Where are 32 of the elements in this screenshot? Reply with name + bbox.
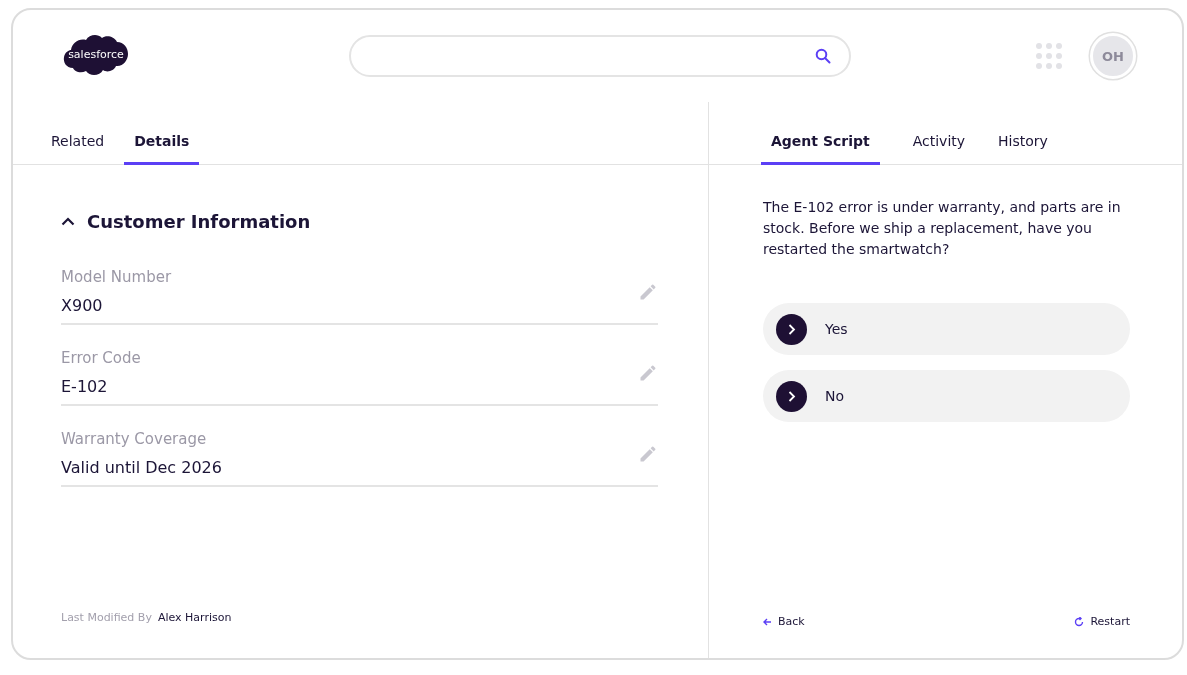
field-label: Warranty Coverage [61,430,208,448]
tab[interactable]: Activity [912,133,966,165]
field-value: E-102 [61,377,109,396]
back-link[interactable]: Back [763,615,805,628]
logo-text: salesforce [68,48,124,61]
app-grid-icon[interactable] [1036,43,1062,69]
section-header[interactable]: Customer Information [61,211,658,232]
tab[interactable]: History [998,133,1048,165]
script-text: The E-102 error is under warranty, and parts are in stock. Before we ship a replacement, have you restarted the smartwatch? [763,198,1122,259]
chevron-circle-icon [776,380,807,412]
search-icon[interactable] [815,48,831,64]
footer-label: Last Modified By [61,611,152,624]
field-value: Valid until Dec 2026 [61,458,222,477]
field-label: Model Number [61,268,172,286]
tab[interactable]: Related [51,133,105,165]
field-value: X900 [61,296,104,315]
chevron-icon[interactable] [61,217,75,226]
field-label: Error Code [61,349,141,367]
search-field[interactable] [349,35,851,77]
restart-link[interactable]: Restart [1074,615,1130,628]
answer-option[interactable]: No [763,370,1130,422]
pencil-icon[interactable] [638,281,658,302]
arrow-left-icon [763,617,772,626]
pencil-icon[interactable] [638,443,658,464]
section-title: Customer Information [87,211,311,232]
tab[interactable]: Agent Script [761,133,880,165]
tab[interactable]: Details [124,133,200,165]
pencil-icon[interactable] [638,362,658,383]
answer-option[interactable]: Yes [763,303,1130,355]
footer-value: Alex Harrison [157,611,232,624]
chevron-circle-icon [776,313,807,345]
refresh-icon [1074,616,1085,627]
